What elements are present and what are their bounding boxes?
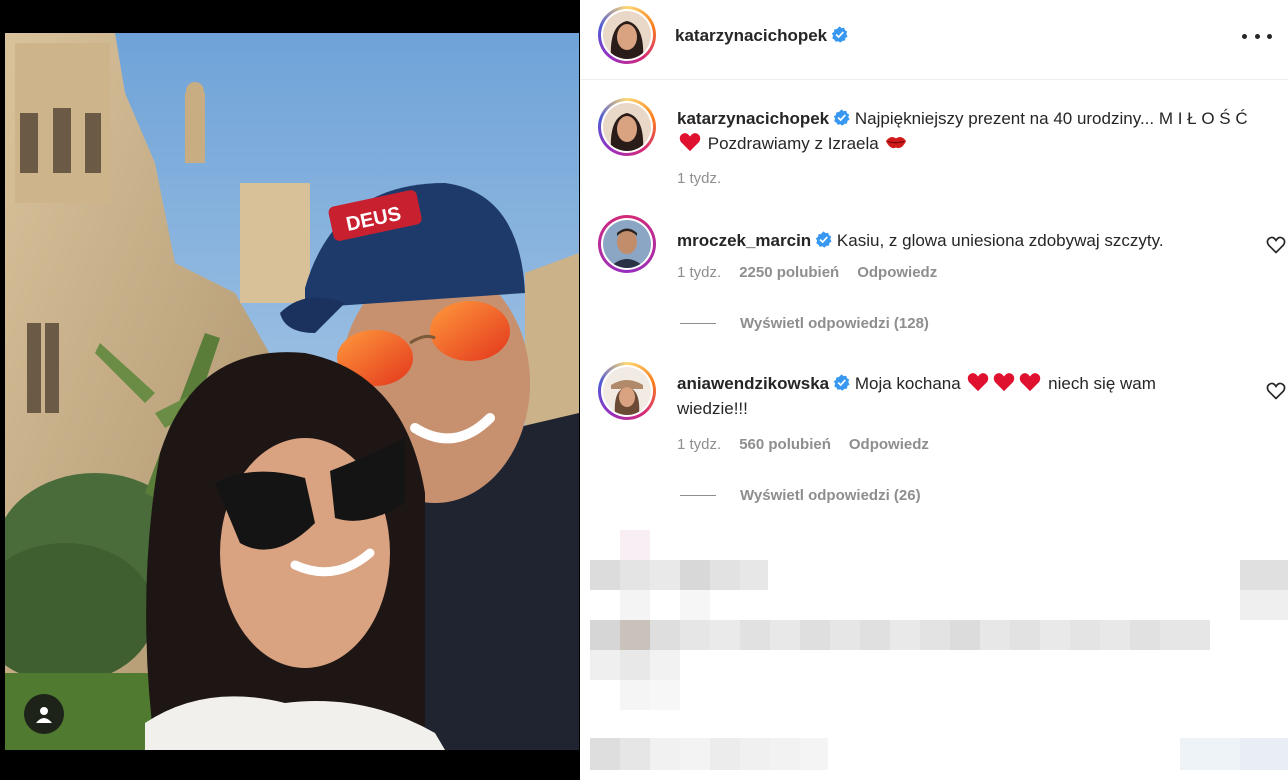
caption-avatar[interactable] bbox=[598, 98, 656, 156]
avatar-image bbox=[603, 220, 651, 268]
comment-avatar[interactable] bbox=[598, 362, 656, 420]
comment-meta: 1 tydz. 560 polubień Odpowiedz bbox=[677, 436, 929, 453]
red-heart-emoji-icon bbox=[679, 133, 701, 152]
caption-text: katarzynacichopek Najpiękniejszy prezent… bbox=[677, 106, 1257, 156]
reply-button[interactable]: Odpowiedz bbox=[849, 436, 929, 453]
caption-username[interactable]: katarzynacichopek bbox=[677, 109, 829, 128]
comment-text: mroczek_marcin Kasiu, z glowa uniesiona … bbox=[677, 228, 1257, 253]
comment-username[interactable]: mroczek_marcin bbox=[677, 231, 811, 250]
view-replies-button[interactable]: Wyświetl odpowiedzi (128) bbox=[680, 315, 929, 332]
comment-body: Kasiu, z glowa uniesiona zdobywaj szczyt… bbox=[836, 231, 1164, 250]
verified-badge-icon bbox=[831, 26, 848, 43]
comment-body-line2: wiedzie!!! bbox=[677, 399, 748, 418]
post-media-panel: DEUS bbox=[0, 0, 580, 780]
comment-body-end: niech się wam bbox=[1048, 374, 1156, 393]
comment-timestamp[interactable]: 1 tydz. bbox=[677, 264, 721, 281]
replies-divider bbox=[680, 323, 716, 324]
more-horizontal-icon bbox=[1242, 33, 1247, 39]
view-replies-label: Wyświetl odpowiedzi (26) bbox=[740, 487, 921, 504]
caption-timestamp[interactable]: 1 tydz. bbox=[677, 170, 721, 187]
comment-likes[interactable]: 560 polubień bbox=[739, 436, 831, 453]
pixelation-mosaic bbox=[580, 530, 1288, 780]
user-icon bbox=[36, 707, 52, 723]
comment-username[interactable]: aniawendzikowska bbox=[677, 374, 829, 393]
replies-divider bbox=[680, 495, 716, 496]
comment-avatar[interactable] bbox=[598, 215, 656, 273]
post-photo[interactable]: DEUS bbox=[5, 33, 579, 750]
reply-button[interactable]: Odpowiedz bbox=[857, 264, 937, 281]
verified-badge-icon bbox=[816, 231, 832, 248]
red-heart-emoji-icon bbox=[1020, 373, 1041, 392]
author-username[interactable]: katarzynacichopek bbox=[675, 26, 848, 46]
caption-body: Najpiękniejszy prezent na 40 urodziny...… bbox=[854, 109, 1248, 128]
selfie-image: DEUS bbox=[5, 33, 579, 750]
comment-body: Moja kochana bbox=[854, 374, 961, 393]
post-header: katarzynacichopek bbox=[580, 0, 1288, 80]
view-replies-label: Wyświetl odpowiedzi (128) bbox=[740, 315, 929, 332]
avatar-image bbox=[603, 367, 651, 415]
verified-badge-icon bbox=[833, 374, 850, 391]
avatar-image bbox=[603, 11, 651, 59]
post-side-panel: katarzynacichopek katarzynacichopek Najp… bbox=[580, 0, 1288, 780]
caption-meta: 1 tydz. bbox=[677, 170, 721, 187]
comment-meta: 1 tydz. 2250 polubień Odpowiedz bbox=[677, 264, 937, 281]
comment-likes[interactable]: 2250 polubień bbox=[739, 264, 839, 281]
avatar-image bbox=[603, 103, 651, 151]
red-heart-emoji-icon bbox=[968, 373, 989, 392]
tagged-users-button[interactable] bbox=[24, 694, 64, 734]
comment-timestamp[interactable]: 1 tydz. bbox=[677, 436, 721, 453]
comment-text: aniawendzikowska Moja kochana niech się … bbox=[677, 371, 1257, 421]
like-comment-heart-icon[interactable] bbox=[1266, 235, 1286, 255]
pixelated-comments-area bbox=[580, 530, 1288, 780]
like-comment-heart-icon[interactable] bbox=[1266, 381, 1286, 401]
more-options-button[interactable] bbox=[1242, 24, 1272, 48]
kiss-lips-emoji-icon bbox=[886, 137, 907, 149]
view-replies-button[interactable]: Wyświetl odpowiedzi (26) bbox=[680, 487, 921, 504]
author-avatar[interactable] bbox=[598, 6, 656, 64]
caption-body-end: Pozdrawiamy z Izraela bbox=[707, 134, 879, 153]
verified-badge-icon bbox=[833, 109, 850, 126]
red-heart-emoji-icon bbox=[994, 373, 1015, 392]
